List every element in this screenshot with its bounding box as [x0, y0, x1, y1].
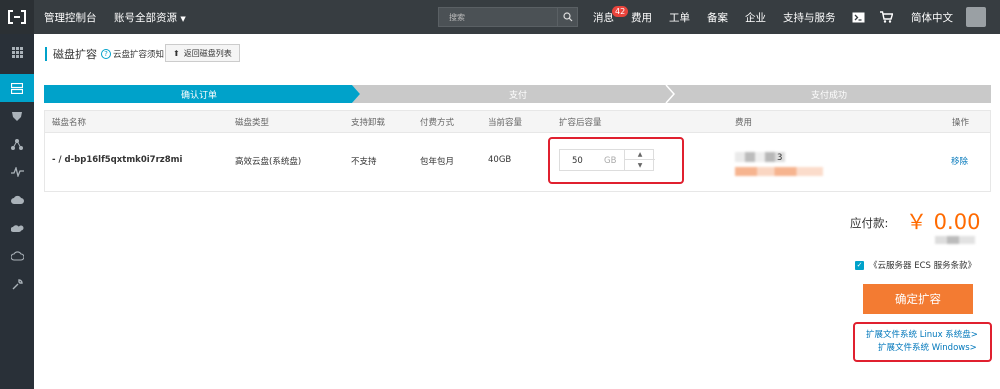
sidebar-item-monitor[interactable] [0, 158, 34, 186]
agreement-link[interactable]: 《云服务器 ECS 服务条款》 [869, 259, 976, 271]
search-icon [562, 12, 572, 22]
support-link[interactable]: 支持与服务 [783, 10, 836, 25]
fee-note-redacted [735, 167, 823, 176]
console-link[interactable]: 管理控制台 [44, 10, 97, 25]
col-current-capacity: 当前容量 [488, 118, 523, 128]
sidebar [0, 34, 34, 389]
sidebar-item-storage[interactable] [0, 186, 34, 214]
amount-note-redacted [935, 236, 975, 244]
confirm-expand-button[interactable]: 确定扩容 [863, 284, 973, 314]
account-resources-dropdown[interactable]: 账号全部资源 ▼ [114, 10, 186, 25]
sidebar-item-all-products[interactable] [0, 38, 34, 66]
sidebar-item-ecs[interactable] [0, 74, 34, 102]
col-detachable: 支持卸载 [351, 118, 386, 128]
caret-down-icon: ▼ [180, 15, 186, 23]
terminal-icon[interactable] [850, 9, 866, 25]
billing-link[interactable]: 费用 [631, 10, 652, 25]
back-to-disk-list-button[interactable]: ⬆ 返回磁盘列表 [165, 44, 240, 62]
fee-value-fragment: 3 [777, 153, 783, 163]
clouds-icon [10, 225, 23, 232]
heading-accent-bar [45, 47, 47, 61]
server-icon [11, 82, 23, 94]
sidebar-item-cdn[interactable] [0, 102, 34, 130]
step-payment: 支付 [509, 91, 528, 101]
language-switch[interactable]: 简体中文 [911, 10, 953, 25]
top-bar: 管理控制台 账号全部资源 ▼ 消息 42 费用 工单 备案 企业 支持与服务 简… [0, 0, 1000, 34]
remove-link[interactable]: 移除 [951, 155, 968, 167]
sidebar-item-network[interactable] [0, 130, 34, 158]
col-new-capacity: 扩容后容量 [559, 118, 602, 128]
arrow-up-icon: ⬆ [173, 48, 180, 58]
tickets-link[interactable]: 工单 [669, 10, 690, 25]
billing-value: 包年包月 [420, 157, 455, 167]
help-icon[interactable]: ? [101, 49, 111, 59]
cloud-icon [10, 195, 24, 204]
payable-label: 应付款: [850, 216, 889, 230]
message-count-badge: 42 [612, 6, 629, 17]
messages-link[interactable]: 消息 [593, 10, 614, 25]
col-billing: 付费方式 [420, 118, 455, 128]
aliyun-logo-icon[interactable] [0, 0, 34, 34]
col-disk-name: 磁盘名称 [52, 118, 87, 128]
agreement-checkbox[interactable]: ✓ [855, 260, 864, 270]
detachable-value: 不支持 [351, 157, 377, 167]
cloud-upload-icon [10, 251, 24, 261]
col-fee: 费用 [735, 118, 753, 128]
disk-type: 高效云盘(系统盘) [235, 157, 302, 167]
back-button-label: 返回磁盘列表 [183, 48, 232, 58]
step-indicator: 确认订单 支付 支付成功 [44, 84, 991, 104]
shield-icon [12, 111, 22, 121]
sidebar-item-cloud-upload[interactable] [0, 242, 34, 270]
network-icon [11, 138, 23, 150]
pulse-icon [10, 167, 24, 177]
grid-icon [11, 46, 23, 58]
step-payment-success: 支付成功 [811, 91, 848, 101]
search-box [438, 7, 578, 27]
page-heading: 磁盘扩容 ? 云盘扩容须知 [45, 46, 164, 62]
sidebar-item-cloud-services[interactable] [0, 214, 34, 242]
account-resources-label: 账号全部资源 [114, 12, 177, 24]
col-disk-type: 磁盘类型 [235, 118, 270, 128]
cart-icon[interactable] [878, 9, 894, 25]
avatar[interactable] [966, 7, 986, 27]
highlight-capacity [548, 137, 684, 184]
enterprise-link[interactable]: 企业 [745, 10, 766, 25]
search-button[interactable] [557, 8, 577, 26]
search-input[interactable] [439, 8, 557, 26]
highlight-fs-links [853, 322, 992, 362]
sidebar-item-tools[interactable] [0, 270, 34, 298]
disk-name: - / d-bp16lf5qxtmk0i7rz8mi [52, 155, 183, 165]
col-action: 操作 [952, 118, 970, 128]
agreement-row: ✓ 《云服务器 ECS 服务条款》 [855, 259, 976, 271]
step-confirm-order: 确认订单 [181, 91, 218, 101]
wrench-icon [12, 278, 23, 289]
payable-amount: ￥ 0.00 [906, 210, 981, 234]
help-link[interactable]: 云盘扩容须知 [113, 48, 164, 60]
page-title: 磁盘扩容 [53, 48, 97, 61]
filing-link[interactable]: 备案 [707, 10, 728, 25]
current-capacity-value: 40GB [488, 155, 512, 165]
